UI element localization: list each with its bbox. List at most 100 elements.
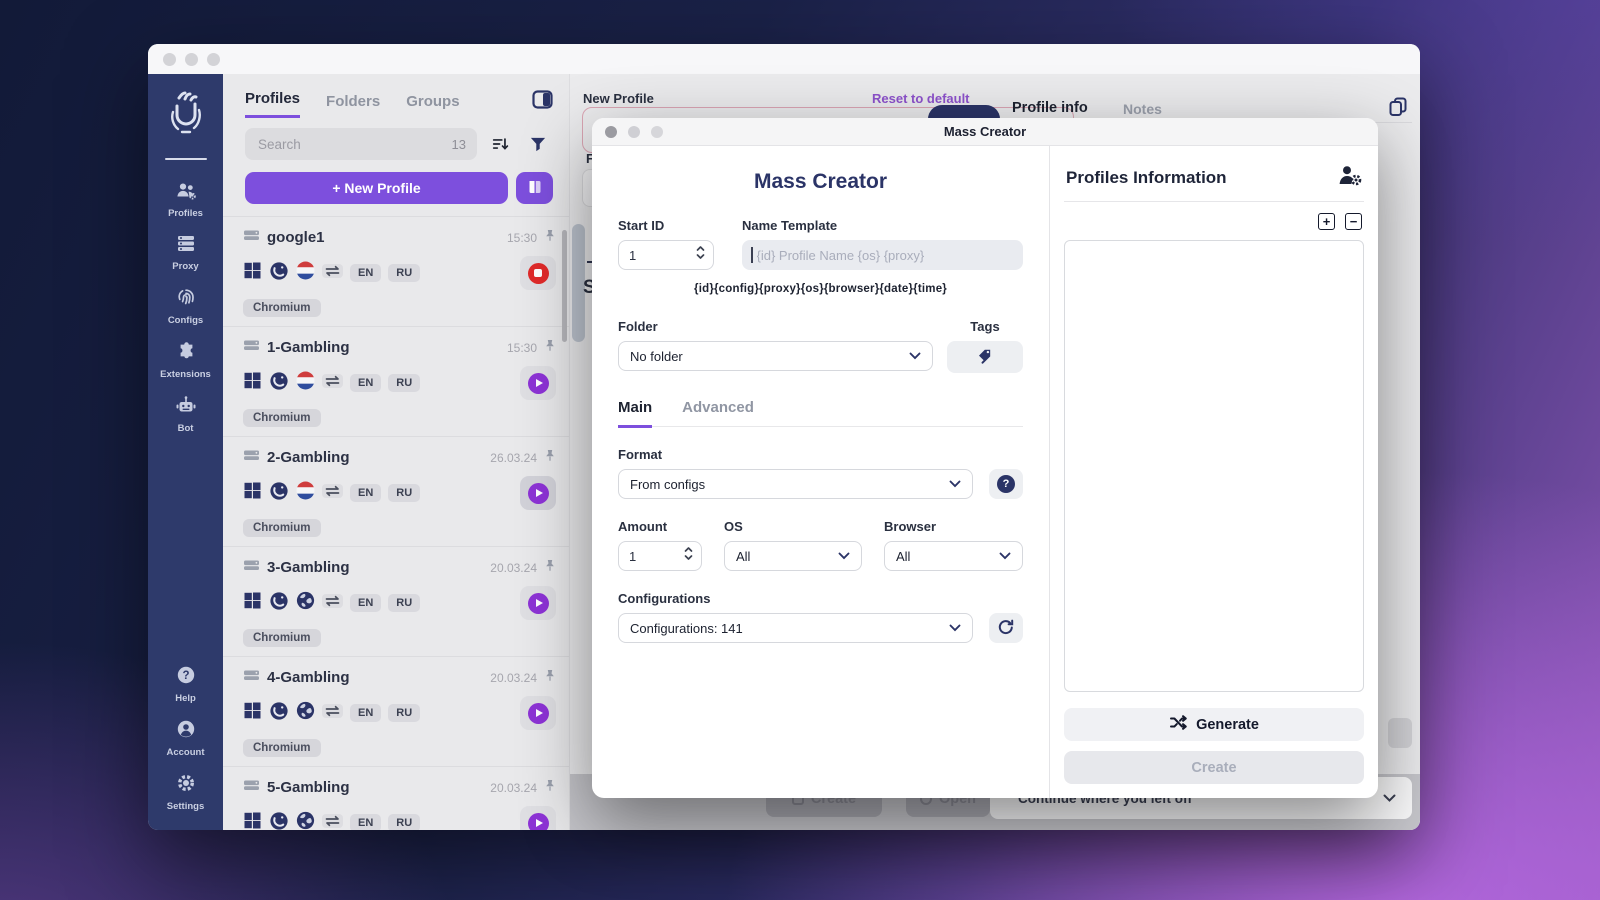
sidebar-item-extensions[interactable]: Extensions xyxy=(160,341,211,380)
panel-scrollbar[interactable] xyxy=(562,230,567,342)
extensions-icon xyxy=(176,341,196,366)
amount-input[interactable]: 1 xyxy=(618,541,702,571)
pin-icon[interactable] xyxy=(544,449,556,467)
tab-notes[interactable]: Notes xyxy=(1123,101,1162,117)
swap-icon[interactable] xyxy=(322,813,343,831)
tags-label: Tags xyxy=(970,319,1000,334)
browser-select[interactable]: All xyxy=(884,541,1023,571)
folder-label: Folder xyxy=(618,319,658,334)
svg-text:?: ? xyxy=(182,670,189,682)
search-input[interactable]: 13 xyxy=(245,128,477,160)
sidebar-item-profiles[interactable]: Profiles xyxy=(160,181,211,219)
swap-icon[interactable] xyxy=(322,703,343,724)
format-select[interactable]: From configs xyxy=(618,469,973,499)
format-help-button[interactable]: ? xyxy=(989,469,1023,499)
refresh-configurations-button[interactable] xyxy=(989,613,1023,643)
browser-engine-icon xyxy=(269,591,289,616)
profile-row[interactable]: 1-Gambling 15:30 EN RU Chromium xyxy=(223,327,569,437)
sort-button[interactable] xyxy=(485,129,515,159)
maximize-window-button[interactable] xyxy=(207,52,220,66)
quick-launch-button[interactable] xyxy=(516,172,553,204)
sidebar-item-help[interactable]: ? Help xyxy=(167,665,205,704)
tab-profiles[interactable]: Profiles xyxy=(245,90,301,118)
name-template-field[interactable] xyxy=(754,246,1014,264)
modal-minimize-button[interactable] xyxy=(628,125,640,138)
sidebar-item-account[interactable]: Account xyxy=(167,719,205,758)
tab-folders[interactable]: Folders xyxy=(326,93,380,118)
minimize-window-button[interactable] xyxy=(185,52,198,66)
pin-icon[interactable] xyxy=(544,229,556,247)
stepper-icon[interactable] xyxy=(684,546,693,566)
profile-row[interactable]: 3-Gambling 20.03.24 EN RU Chromium xyxy=(223,547,569,657)
start-id-input[interactable]: 1 xyxy=(618,240,714,270)
modal-close-button[interactable] xyxy=(605,125,617,138)
chevron-down-icon xyxy=(1383,789,1396,807)
pin-icon[interactable] xyxy=(544,559,556,577)
close-window-button[interactable] xyxy=(163,52,176,66)
sidebar-item-bot[interactable]: Bot xyxy=(160,395,211,434)
generate-button[interactable]: Generate xyxy=(1064,708,1364,741)
sidebar-item-proxy[interactable]: Proxy xyxy=(160,234,211,272)
profile-name: 4-Gambling xyxy=(267,669,350,686)
os-select[interactable]: All xyxy=(724,541,862,571)
swap-icon[interactable] xyxy=(322,373,343,394)
copy-icon[interactable] xyxy=(1388,96,1408,122)
hidden-right-element xyxy=(1388,718,1412,748)
format-label: Format xyxy=(618,447,663,462)
tab-main[interactable]: Main xyxy=(618,399,653,428)
profiles-settings-icon[interactable] xyxy=(1337,164,1362,191)
configurations-select[interactable]: Configurations: 141 xyxy=(618,613,973,643)
profile-row[interactable]: 4-Gambling 20.03.24 EN RU Chromium xyxy=(223,657,569,767)
modal-window-title: Mass Creator xyxy=(943,124,1027,139)
filter-button[interactable] xyxy=(523,129,553,159)
profile-play-button[interactable] xyxy=(520,696,556,730)
profile-row[interactable]: 5-Gambling 20.03.24 ENRU Chromium xyxy=(223,767,569,830)
profile-play-button[interactable] xyxy=(520,586,556,620)
profile-row[interactable]: google1 15:30 EN RU Chromium xyxy=(223,217,569,327)
sidebar-item-configs[interactable]: Configs xyxy=(160,287,211,326)
tags-button[interactable] xyxy=(947,341,1023,373)
profile-play-button[interactable] xyxy=(520,476,556,510)
drive-icon xyxy=(243,228,260,247)
windows-icon xyxy=(243,371,262,395)
tab-profile-info[interactable]: Profile info xyxy=(1012,100,1088,116)
nl-flag-icon xyxy=(296,481,315,505)
swap-icon[interactable] xyxy=(322,483,343,504)
create-button-disabled[interactable]: Create xyxy=(1064,751,1364,784)
drive-icon xyxy=(243,338,260,357)
browser-tag: Chromium xyxy=(243,519,321,537)
name-template-input[interactable] xyxy=(742,240,1023,270)
swap-icon[interactable] xyxy=(322,593,343,614)
windows-icon xyxy=(243,701,262,725)
add-row-button[interactable]: + xyxy=(1318,213,1335,230)
new-profile-button[interactable]: + New Profile xyxy=(245,172,508,204)
browser-tag: Chromium xyxy=(243,299,321,317)
profile-play-button[interactable] xyxy=(520,806,556,830)
chevron-down-icon xyxy=(999,552,1011,560)
drive-icon xyxy=(243,778,260,797)
search-field[interactable] xyxy=(256,135,446,153)
pin-icon[interactable] xyxy=(544,339,556,357)
settings-icon xyxy=(176,773,196,798)
profile-row[interactable]: 2-Gambling 26.03.24 EN RU Chromium xyxy=(223,437,569,547)
desktop: Profiles Proxy Configs Extensions Bot ? Help A… xyxy=(0,0,1600,900)
browser-label: Browser xyxy=(884,519,937,534)
collapse-panel-icon[interactable] xyxy=(532,90,553,114)
tab-advanced[interactable]: Advanced xyxy=(682,399,754,426)
tab-groups[interactable]: Groups xyxy=(406,93,459,118)
swap-icon[interactable] xyxy=(322,263,343,284)
modal-maximize-button[interactable] xyxy=(651,125,663,138)
profile-play-button[interactable] xyxy=(520,366,556,400)
pin-icon[interactable] xyxy=(544,669,556,687)
profile-stop-button[interactable] xyxy=(520,256,556,290)
folder-select[interactable]: No folder xyxy=(618,341,933,371)
sidebar-item-settings[interactable]: Settings xyxy=(167,773,205,812)
remove-row-button[interactable]: − xyxy=(1345,213,1362,230)
language-badge: EN xyxy=(350,704,382,722)
stepper-icon[interactable] xyxy=(696,245,705,265)
reset-to-default-link[interactable]: Reset to default xyxy=(872,91,970,106)
pin-icon[interactable] xyxy=(544,779,556,797)
sidebar-item-label: Configs xyxy=(167,315,204,326)
language-badge: EN xyxy=(350,264,382,282)
sidebar-nav-top: Profiles Proxy Configs Extensions Bot xyxy=(160,166,211,434)
